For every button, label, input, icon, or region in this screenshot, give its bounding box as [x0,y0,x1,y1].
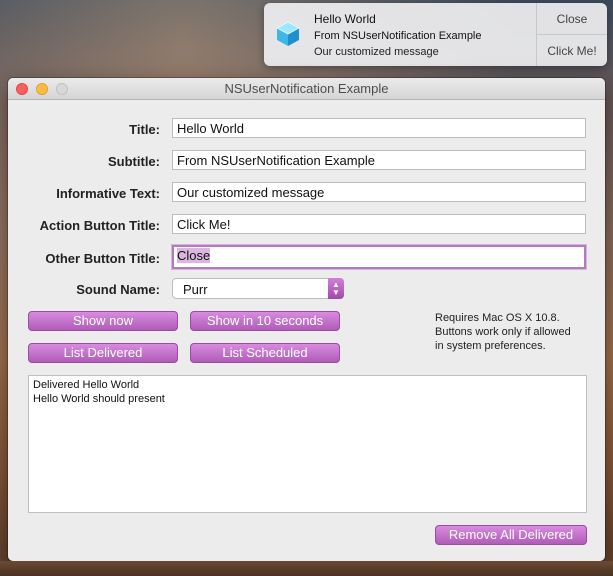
sound-name-label: Sound Name: [76,282,160,297]
action-button-title-field[interactable]: Click Me! [172,214,586,234]
show-in-10-seconds-button[interactable]: Show in 10 seconds [190,311,340,331]
subtitle-row: Subtitle: From NSUserNotification Exampl… [8,150,605,172]
chevron-up-down-icon: ▲ ▼ [328,278,344,299]
sound-name-value: Purr [183,282,208,297]
notification-actions: Close Click Me! [536,3,607,66]
cube-app-icon [276,21,300,46]
log-text-view[interactable]: Delivered Hello World Hello World should… [28,375,587,513]
action-button-title-row: Action Button Title: Click Me! [8,214,605,236]
action-button-title-label: Action Button Title: [39,218,160,233]
title-label: Title: [129,122,160,137]
notification-subtitle: From NSUserNotification Example [314,30,482,42]
other-button-title-row: Other Button Title: Close [8,245,605,269]
notification-action-button[interactable]: Click Me! [537,34,607,66]
window-title: NSUserNotification Example [224,81,389,96]
list-delivered-button[interactable]: List Delivered [28,343,178,363]
informative-text-field[interactable]: Our customized message [172,182,586,202]
subtitle-label: Subtitle: [108,154,160,169]
notification-banner[interactable]: Hello World From NSUserNotification Exam… [264,3,607,66]
notification-title: Hello World [314,12,376,26]
notification-close-button[interactable]: Close [537,3,607,34]
remove-all-delivered-button[interactable]: Remove All Delivered [435,525,587,545]
main-window: NSUserNotification Example Title: Hello … [8,78,605,561]
title-row: Title: Hello World [8,118,605,140]
title-bar[interactable]: NSUserNotification Example [8,78,605,100]
notification-body[interactable]: Hello World From NSUserNotification Exam… [264,3,536,66]
informative-text-row: Informative Text: Our customized message [8,182,605,204]
note-line: Requires Mac OS X 10.8. [435,312,560,324]
selected-text: Close [177,248,211,263]
log-line: Delivered Hello World [33,379,140,391]
other-button-title-field[interactable]: Close [172,245,586,269]
requirements-note: Requires Mac OS X 10.8. Buttons work onl… [435,311,571,353]
show-now-button[interactable]: Show now [28,311,178,331]
note-line: in system preferences. [435,340,546,352]
title-field[interactable]: Hello World [172,118,586,138]
notification-informative-text: Our customized message [314,46,439,58]
list-scheduled-button[interactable]: List Scheduled [190,343,340,363]
note-line: Buttons work only if allowed [435,326,571,338]
other-button-title-label: Other Button Title: [45,251,160,266]
informative-text-label: Informative Text: [56,186,160,201]
log-line: Hello World should present [33,393,165,405]
desktop-bottom [0,561,613,576]
sound-name-popup[interactable]: Purr ▲ ▼ [172,278,344,299]
sound-name-row: Sound Name: Purr ▲ ▼ [8,278,605,300]
subtitle-field[interactable]: From NSUserNotification Example [172,150,586,170]
